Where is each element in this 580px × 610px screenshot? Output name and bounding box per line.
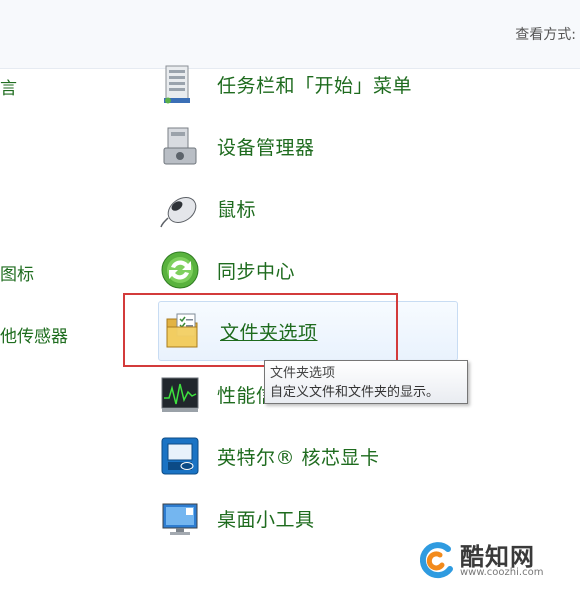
item-label: 设备管理器 bbox=[217, 136, 315, 159]
item-taskbar-start-menu[interactable]: 任务栏和「开始」菜单 bbox=[160, 60, 480, 108]
tooltip-description: 自定义文件和文件夹的显示。 bbox=[270, 385, 440, 400]
view-mode-label[interactable]: 查看方式: bbox=[515, 24, 576, 44]
desktop-gadgets-icon bbox=[160, 498, 200, 538]
device-manager-icon bbox=[160, 126, 200, 166]
item-label: 英特尔® 核芯显卡 bbox=[217, 446, 380, 469]
item-mouse[interactable]: 鼠标 bbox=[160, 184, 480, 232]
taskbar-icon bbox=[160, 64, 200, 104]
performance-icon bbox=[160, 374, 200, 414]
watermark-logo-icon bbox=[418, 541, 456, 579]
tooltip-title: 文件夹选项 bbox=[270, 366, 336, 381]
left-column: 言 图标 他传感器 bbox=[0, 0, 120, 610]
item-label: 任务栏和「开始」菜单 bbox=[217, 74, 413, 97]
mouse-icon bbox=[160, 188, 200, 228]
item-device-manager[interactable]: 设备管理器 bbox=[160, 122, 480, 170]
watermark-url: www.coozhi.com bbox=[460, 567, 544, 578]
sync-center-icon bbox=[160, 250, 200, 290]
left-item-sensors[interactable]: 他传感器 bbox=[0, 322, 68, 347]
item-sync-center[interactable]: 同步中心 bbox=[160, 246, 480, 294]
folder-options-tooltip: 文件夹选项 自定义文件和文件夹的显示。 bbox=[264, 360, 468, 404]
watermark: 酷知网 www.coozhi.com bbox=[418, 535, 578, 595]
highlight-box bbox=[123, 293, 398, 367]
left-item-language[interactable]: 言 bbox=[0, 74, 17, 99]
intel-graphics-icon bbox=[160, 436, 200, 476]
left-item-icons[interactable]: 图标 bbox=[0, 260, 34, 285]
item-label: 同步中心 bbox=[217, 260, 296, 283]
item-label: 桌面小工具 bbox=[217, 508, 315, 531]
item-label: 鼠标 bbox=[217, 198, 257, 221]
item-intel-graphics[interactable]: 英特尔® 核芯显卡 bbox=[160, 432, 480, 480]
